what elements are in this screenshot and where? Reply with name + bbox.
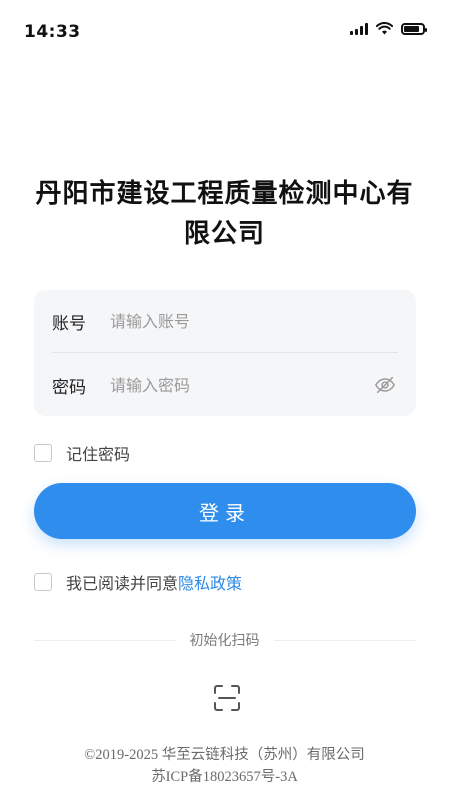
eye-off-icon[interactable] (374, 374, 396, 396)
page-title: 丹阳市建设工程质量检测中心有 限公司 (16, 174, 433, 254)
password-row: 密码 (34, 354, 416, 416)
form-divider (52, 352, 398, 353)
login-screen: 14:33 丹阳市建设工程质量检测中心有 限公司 账号 请输入账号 密码 记住密… (0, 0, 449, 800)
footer-icp: 苏ICP备18023657号-3A (151, 769, 298, 785)
status-icons (350, 22, 427, 35)
login-button[interactable]: 登录 (34, 483, 416, 539)
remember-password-row[interactable]: 记住密码 (34, 441, 130, 465)
battery-fill (404, 25, 419, 32)
wifi-icon (376, 22, 393, 35)
status-time: 14:33 (24, 22, 81, 42)
remember-password-label: 记住密码 (66, 445, 131, 464)
account-input[interactable] (110, 306, 368, 336)
init-scan-label: 初始化扫码 (175, 630, 274, 650)
account-label: 账号 (52, 313, 86, 334)
scan-icon[interactable] (212, 683, 242, 713)
agreement-checkbox[interactable] (34, 573, 52, 591)
battery-icon (401, 22, 427, 35)
remember-password-checkbox[interactable] (34, 444, 52, 462)
signal-icon (350, 22, 368, 35)
password-label: 密码 (52, 377, 86, 398)
agreement-text: 我已阅读并同意 (66, 574, 179, 593)
page-title-line2: 限公司 (183, 219, 265, 249)
agreement-row[interactable]: 我已阅读并同意 隐私政策 (34, 570, 242, 594)
page-title-line1: 丹阳市建设工程质量检测中心有 (35, 179, 414, 209)
account-row: 账号 (34, 290, 416, 352)
footer-copyright: ©2019-2025 华至云链科技（苏州）有限公司 (84, 747, 365, 763)
privacy-policy-link[interactable]: 隐私政策 (178, 570, 242, 594)
login-form: 账号 密码 (34, 290, 416, 416)
password-input[interactable] (110, 370, 368, 400)
footer: ©2019-2025 华至云链科技（苏州）有限公司 苏ICP备18023657号… (0, 744, 449, 788)
status-bar: 14:33 (0, 0, 449, 60)
